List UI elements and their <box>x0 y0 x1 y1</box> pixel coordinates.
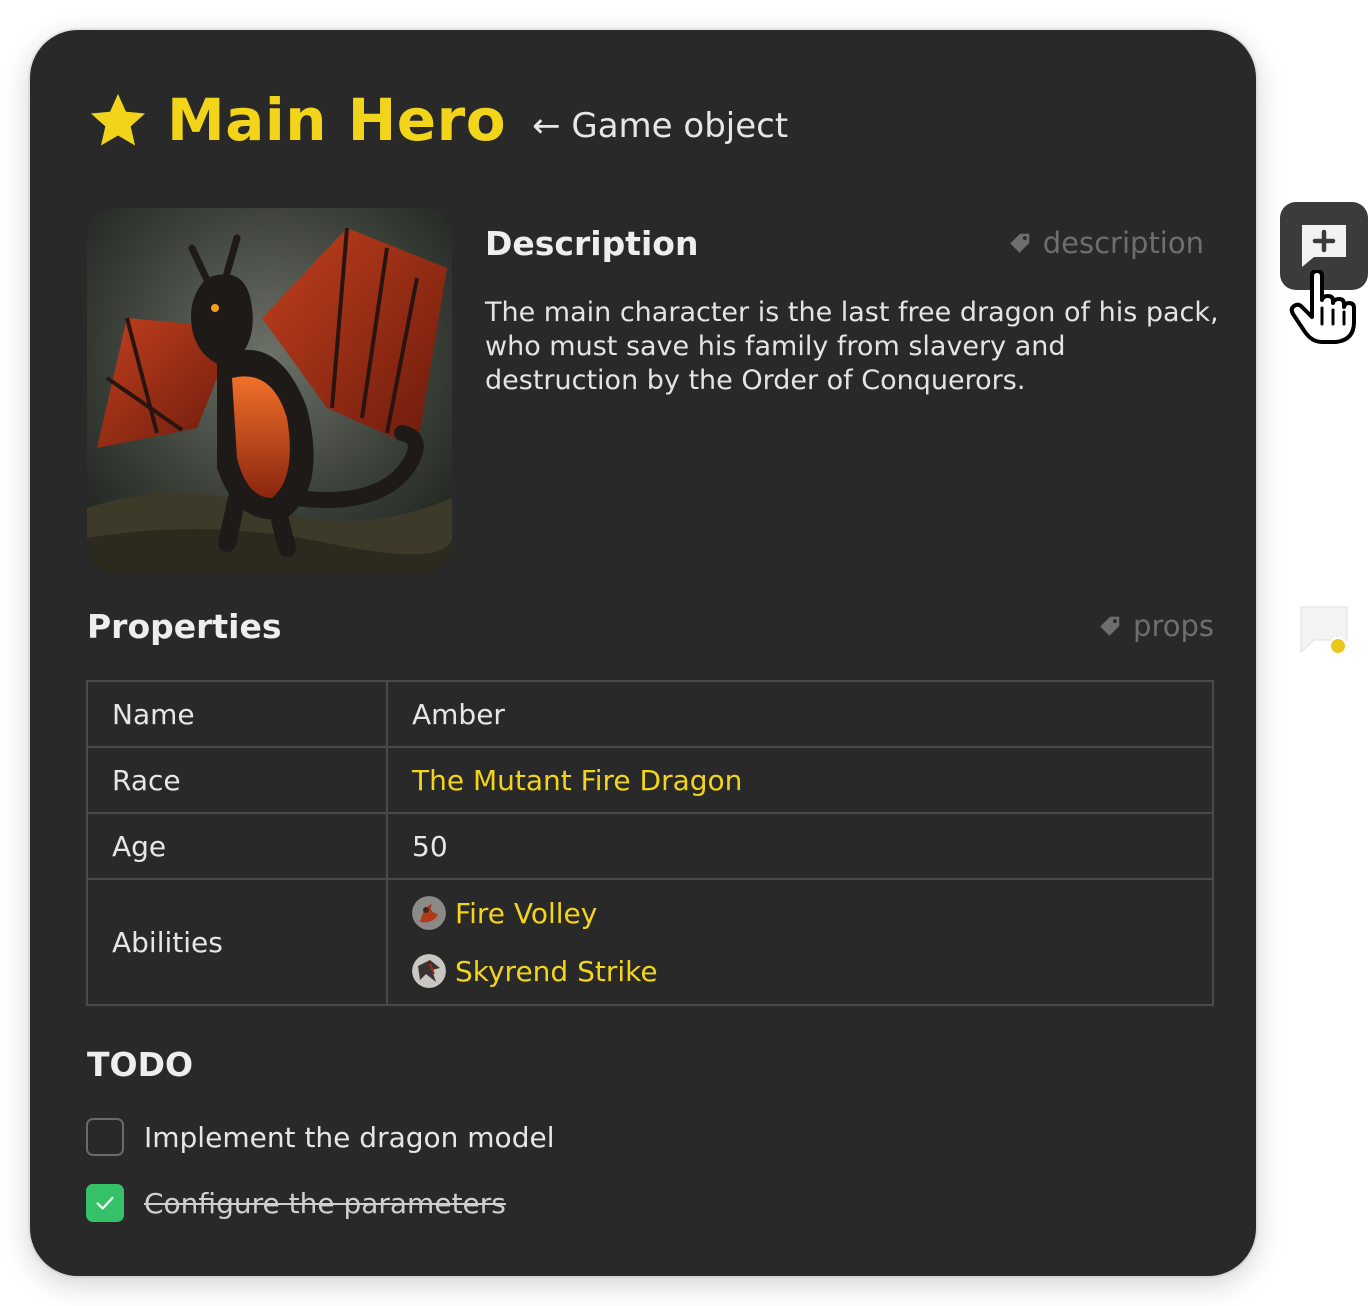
tag-icon <box>1010 233 1029 253</box>
abilities-cell: Fire Volley Skyrend Strike <box>386 878 1214 1006</box>
ability-label: Skyrend Strike <box>455 954 658 988</box>
todo-item: Implement the dragon model <box>86 1118 554 1156</box>
todo-label: Implement the dragon model <box>144 1120 555 1154</box>
ability-label: Fire Volley <box>455 896 598 930</box>
hand-pointer-icon <box>1289 270 1356 344</box>
description-tag-label: description <box>1042 226 1204 260</box>
property-value[interactable]: Amber <box>386 680 1214 748</box>
title-row: Main Hero ← Game object <box>87 82 788 158</box>
comment-marker-icon[interactable] <box>1300 606 1350 656</box>
description-heading: Description <box>485 224 699 263</box>
properties-table: Name Amber Race The Mutant Fire Dragon A… <box>86 680 1214 1006</box>
table-row: Abilities Fire Volley Skyrend Strike <box>86 878 1214 1006</box>
object-type-label: ← Game object <box>532 106 789 146</box>
table-row: Age 50 <box>86 812 1214 880</box>
property-key: Abilities <box>86 878 388 1006</box>
properties-tag[interactable]: props <box>1097 609 1214 643</box>
star-icon[interactable] <box>87 90 149 152</box>
fire-volley-icon <box>412 896 446 930</box>
tag-icon <box>1100 616 1120 636</box>
skyrend-strike-icon <box>412 954 446 988</box>
todo-heading: TODO <box>87 1045 194 1084</box>
property-value[interactable]: 50 <box>386 812 1214 880</box>
check-icon <box>96 1196 114 1210</box>
property-key: Race <box>86 746 388 814</box>
table-row: Race The Mutant Fire Dragon <box>86 746 1214 814</box>
todo-item: Configure the parameters <box>86 1184 506 1222</box>
properties-heading: Properties <box>87 607 282 646</box>
description-tag[interactable]: description <box>1007 226 1204 260</box>
comment-add-icon <box>1302 225 1346 267</box>
dragon-image[interactable] <box>87 208 452 573</box>
todo-label: Configure the parameters <box>144 1186 506 1220</box>
description-text: The main character is the last free drag… <box>485 297 1219 396</box>
properties-tag-label: props <box>1133 609 1214 643</box>
property-key: Age <box>86 812 388 880</box>
property-link[interactable]: The Mutant Fire Dragon <box>386 746 1214 814</box>
property-key: Name <box>86 680 388 748</box>
todo-checkbox[interactable] <box>86 1118 124 1156</box>
table-row: Name Amber <box>86 680 1214 748</box>
ability-link[interactable]: Fire Volley <box>412 884 1188 942</box>
todo-checkbox-checked[interactable] <box>86 1184 124 1222</box>
ability-link[interactable]: Skyrend Strike <box>412 942 1188 1000</box>
page-title: Main Hero <box>167 86 507 154</box>
game-object-card: Main Hero ← Game object Description desc… <box>30 30 1256 1276</box>
